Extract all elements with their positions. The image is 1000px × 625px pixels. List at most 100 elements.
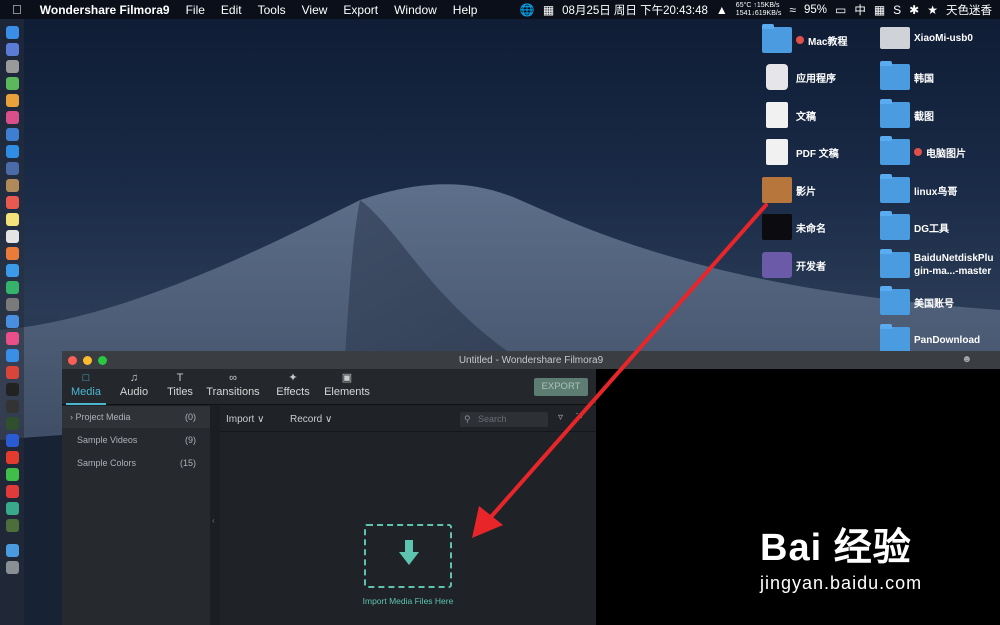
app-icon-gray[interactable]	[5, 298, 19, 311]
record-dropdown[interactable]: Record ∨	[290, 414, 332, 425]
terminal-icon[interactable]	[5, 383, 19, 396]
app-icon-blue-3[interactable]	[5, 315, 19, 328]
app-icon-brown[interactable]	[5, 179, 19, 192]
app-icon-olive[interactable]	[5, 519, 19, 532]
launchpad-icon[interactable]	[5, 43, 19, 56]
desktop-item-us-account[interactable]: 美国账号	[880, 286, 954, 315]
calendar-icon[interactable]: ▦	[543, 3, 554, 17]
notes-icon[interactable]	[5, 213, 19, 226]
pdf-document-icon	[766, 139, 788, 165]
desktop-item-mac-tutorial[interactable]: Mac教程	[762, 24, 847, 53]
account-icon[interactable]: ☻	[961, 354, 972, 365]
messages-icon[interactable]	[5, 264, 19, 277]
tab-label: Audio	[119, 386, 149, 398]
desktop-item-pc-pictures[interactable]: 电脑图片	[880, 136, 966, 165]
desktop-item-label: 韩国	[914, 73, 934, 85]
sidebar-item-project-media[interactable]: › Project Media (0)	[62, 406, 210, 428]
wechat-icon[interactable]	[5, 468, 19, 481]
app-icon-preview[interactable]	[5, 162, 19, 175]
tab-audio[interactable]: ♫ Audio	[114, 369, 154, 405]
net-top: 65°C ↑15KB/s	[735, 1, 780, 9]
facetime-icon[interactable]	[5, 281, 19, 294]
android-icon[interactable]	[5, 77, 19, 90]
desktop-item-movies[interactable]: 影片	[762, 177, 816, 203]
battery-percent[interactable]: 95%	[804, 4, 827, 16]
desktop-item-pandownload[interactable]: PanDownload	[880, 324, 980, 353]
music-icon[interactable]	[5, 332, 19, 345]
app-icon-green[interactable]	[5, 502, 19, 515]
sidebar-item-sample-colors[interactable]: Sample Colors (15)	[62, 452, 210, 474]
apple-menu-icon[interactable]: 	[12, 2, 22, 17]
network-stats[interactable]: 65°C ↑15KB/s 1541↓619KB/s	[736, 2, 782, 18]
extension-icon[interactable]: ▲	[716, 3, 728, 17]
control-strip-icon[interactable]: ▦	[874, 3, 885, 17]
activity-monitor-icon[interactable]	[5, 400, 19, 413]
trash-icon[interactable]	[5, 561, 19, 574]
star-icon[interactable]: ★	[927, 3, 938, 17]
app-icon-blue-2[interactable]	[5, 145, 19, 158]
app-icon-dark[interactable]	[5, 417, 19, 430]
menu-tools[interactable]: Tools	[258, 3, 286, 17]
desktop-item-developer[interactable]: 开发者	[762, 252, 826, 278]
tab-effects[interactable]: ✦ Effects	[270, 369, 316, 405]
downloads-folder-icon[interactable]	[5, 544, 19, 557]
menu-edit[interactable]: Edit	[221, 3, 242, 17]
app-store-icon[interactable]	[5, 349, 19, 362]
photos-icon[interactable]	[5, 247, 19, 260]
bluetooth-icon[interactable]: ✱	[909, 3, 919, 17]
app-menu[interactable]: Wondershare Filmora9	[40, 3, 170, 17]
desktop-item-untitled[interactable]: 未命名	[762, 214, 826, 240]
desktop-item-pdf[interactable]: PDF 文稿	[762, 139, 839, 165]
user-name[interactable]: 天色迷香	[946, 2, 992, 18]
desktop-item-documents[interactable]: 文稿	[762, 102, 816, 128]
import-dropdown[interactable]: Import ∨	[226, 414, 264, 425]
yandex-icon[interactable]	[5, 451, 19, 464]
desktop-item-screenshots[interactable]: 截图	[880, 99, 934, 128]
menu-export[interactable]: Export	[343, 3, 378, 17]
sidebar-collapse-handle[interactable]: ‹	[210, 406, 220, 625]
reminders-icon[interactable]	[5, 230, 19, 243]
desktop-item-korea[interactable]: 韩国	[880, 61, 934, 90]
calendar-app-icon[interactable]	[5, 196, 19, 209]
filter-icon[interactable]: ▿	[558, 412, 563, 423]
desktop-item-label: 美国账号	[914, 298, 954, 310]
desktop-item-label: PDF 文稿	[796, 148, 839, 160]
grid-view-icon[interactable]: ∷	[576, 411, 582, 422]
app-icon-pink[interactable]	[5, 111, 19, 124]
applications-icon	[766, 64, 788, 90]
menu-window[interactable]: Window	[394, 3, 437, 17]
tab-transitions[interactable]: ∞ Transitions	[204, 369, 262, 405]
desktop-item-usb[interactable]: XiaoMi-usb0	[880, 27, 973, 49]
app-icon-blue[interactable]	[5, 128, 19, 141]
desktop-item-dg-tools[interactable]: DG工具	[880, 211, 949, 240]
vpn-icon[interactable]	[5, 434, 19, 447]
battery-icon[interactable]: ▭	[835, 3, 846, 17]
tab-titles[interactable]: T Titles	[160, 369, 200, 405]
search-input[interactable]: ⚲ Search	[460, 412, 548, 427]
sogou-icon[interactable]: S	[893, 3, 901, 17]
wifi-icon[interactable]: ≈	[789, 3, 796, 17]
folder-icon	[880, 136, 910, 165]
desktop-item-linux[interactable]: linux鸟哥	[880, 174, 957, 203]
export-button[interactable]: EXPORT	[534, 378, 588, 396]
menu-file[interactable]: File	[186, 3, 205, 17]
input-method[interactable]: 中	[854, 2, 866, 18]
desktop-item-baidunetdisk[interactable]: BaiduNetdiskPlu gin-ma...-master	[880, 249, 993, 278]
sidebar-item-sample-videos[interactable]: Sample Videos (9)	[62, 429, 210, 451]
chrome-icon[interactable]	[5, 94, 19, 107]
vivaldi-icon[interactable]	[5, 366, 19, 379]
folder-icon	[880, 286, 910, 315]
safari-icon[interactable]	[5, 60, 19, 73]
media-library-panel: Import ∨ Record ∨ ⚲ Search ▿ ∷ Import Me…	[220, 406, 596, 625]
desktop-item-applications[interactable]: 应用程序	[762, 64, 836, 90]
globe-icon[interactable]: 🌐	[520, 3, 535, 17]
tab-media[interactable]: □ Media	[66, 369, 106, 405]
menu-view[interactable]: View	[302, 3, 328, 17]
tab-elements[interactable]: ▣ Elements	[322, 369, 372, 405]
import-drop-zone[interactable]	[364, 524, 452, 588]
clock-text[interactable]: 08月25日 周日 下午20:43:48	[562, 2, 708, 18]
finder-icon[interactable]	[5, 26, 19, 39]
netease-music-icon[interactable]	[5, 485, 19, 498]
sidebar-item-label: Sample Videos	[77, 435, 138, 445]
menu-help[interactable]: Help	[453, 3, 478, 17]
